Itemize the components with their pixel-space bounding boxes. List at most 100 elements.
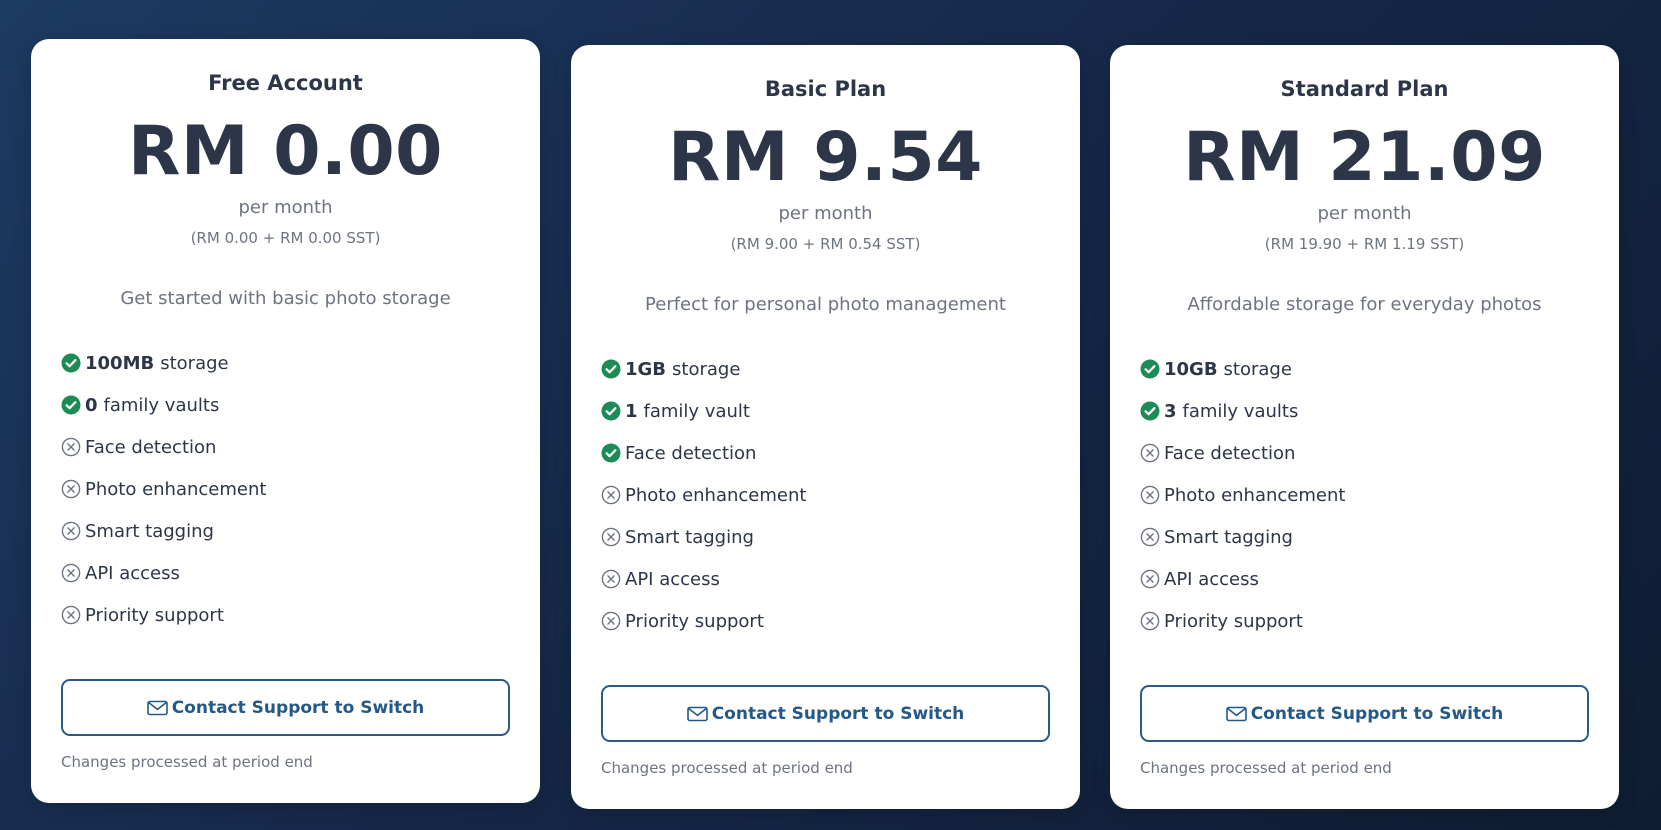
feature-label: Photo enhancement — [85, 478, 267, 500]
feature-item: API access — [1140, 558, 1589, 600]
feature-item: Photo enhancement — [601, 474, 1050, 516]
feature-label: storage — [1223, 358, 1292, 380]
x-circle-icon — [1140, 485, 1160, 505]
feature-list: 1GB storage 1 family vault Face detection Pho… — [601, 348, 1050, 642]
feature-label: family vaults — [103, 394, 220, 416]
feature-value: 3 — [1164, 400, 1177, 422]
contact-support-button[interactable]: Contact Support to Switch — [1140, 685, 1589, 742]
footnote: Changes processed at period end — [601, 759, 853, 777]
feature-item: Face detection — [1140, 432, 1589, 474]
feature-value: 0 — [85, 394, 98, 416]
feature-item: API access — [61, 552, 510, 594]
x-circle-icon — [61, 437, 81, 457]
feature-value: 100MB — [85, 352, 155, 374]
feature-item: Smart tagging — [601, 516, 1050, 558]
plan-card-standard: Standard Plan RM 21.09 per month (RM 19.… — [1110, 45, 1619, 809]
x-circle-icon — [61, 605, 81, 625]
feature-item: 0 family vaults — [61, 384, 510, 426]
plan-description: Affordable storage for everyday photos — [1187, 294, 1542, 315]
button-label: Contact Support to Switch — [1250, 703, 1504, 724]
feature-label: Photo enhancement — [1164, 484, 1346, 506]
price-breakdown: (RM 0.00 + RM 0.00 SST) — [190, 229, 381, 247]
feature-label: Face detection — [85, 436, 217, 458]
feature-item: 100MB storage — [61, 342, 510, 384]
feature-label: storage — [672, 358, 741, 380]
mail-icon — [1225, 706, 1247, 722]
x-circle-icon — [1140, 443, 1160, 463]
footnote: Changes processed at period end — [61, 753, 313, 771]
feature-label: family vaults — [1182, 400, 1299, 422]
feature-list: 100MB storage 0 family vaults Face detection… — [61, 342, 510, 636]
feature-label: family vault — [643, 400, 750, 422]
feature-label: Face detection — [625, 442, 757, 464]
x-circle-icon — [1140, 527, 1160, 547]
x-circle-icon — [601, 527, 621, 547]
footnote: Changes processed at period end — [1140, 759, 1392, 777]
feature-label: Smart tagging — [625, 526, 754, 548]
x-circle-icon — [601, 569, 621, 589]
plan-price: RM 9.54 — [668, 118, 983, 197]
feature-label: Face detection — [1164, 442, 1296, 464]
feature-label: Photo enhancement — [625, 484, 807, 506]
mail-icon — [686, 706, 708, 722]
feature-item: Smart tagging — [61, 510, 510, 552]
check-circle-icon — [1140, 359, 1160, 379]
mail-icon — [146, 700, 168, 716]
billing-period: per month — [778, 203, 873, 224]
feature-label: Priority support — [85, 604, 224, 626]
feature-item: Photo enhancement — [1140, 474, 1589, 516]
price-breakdown: (RM 9.00 + RM 0.54 SST) — [730, 235, 921, 253]
feature-item: Smart tagging — [1140, 516, 1589, 558]
plan-price: RM 21.09 — [1183, 118, 1546, 197]
plan-name: Basic Plan — [764, 77, 887, 101]
feature-item: 1GB storage — [601, 348, 1050, 390]
feature-item: Priority support — [1140, 600, 1589, 642]
feature-label: API access — [1164, 568, 1259, 590]
contact-support-button[interactable]: Contact Support to Switch — [61, 679, 510, 736]
x-circle-icon — [61, 563, 81, 583]
check-circle-icon — [601, 359, 621, 379]
feature-label: Priority support — [1164, 610, 1303, 632]
feature-label: storage — [160, 352, 229, 374]
x-circle-icon — [1140, 569, 1160, 589]
contact-support-button[interactable]: Contact Support to Switch — [601, 685, 1050, 742]
feature-item: Priority support — [601, 600, 1050, 642]
feature-value: 10GB — [1164, 358, 1218, 380]
feature-item: Priority support — [61, 594, 510, 636]
x-circle-icon — [61, 479, 81, 499]
plan-card-free: Free Account RM 0.00 per month (RM 0.00 … — [31, 39, 540, 803]
check-circle-icon — [61, 353, 81, 373]
feature-label: Smart tagging — [85, 520, 214, 542]
feature-label: Priority support — [625, 610, 764, 632]
check-circle-icon — [601, 443, 621, 463]
billing-period: per month — [238, 197, 333, 218]
plan-price: RM 0.00 — [128, 112, 443, 191]
feature-item: 1 family vault — [601, 390, 1050, 432]
feature-label: Smart tagging — [1164, 526, 1293, 548]
plan-name: Standard Plan — [1280, 77, 1449, 101]
x-circle-icon — [601, 485, 621, 505]
plan-description: Get started with basic photo storage — [120, 288, 451, 309]
x-circle-icon — [601, 611, 621, 631]
feature-value: 1 — [625, 400, 638, 422]
feature-item: Face detection — [601, 432, 1050, 474]
feature-label: API access — [625, 568, 720, 590]
feature-value: 1GB — [625, 358, 667, 380]
feature-item: Photo enhancement — [61, 468, 510, 510]
feature-item: 10GB storage — [1140, 348, 1589, 390]
plan-card-basic: Basic Plan RM 9.54 per month (RM 9.00 + … — [571, 45, 1080, 809]
x-circle-icon — [1140, 611, 1160, 631]
feature-item: API access — [601, 558, 1050, 600]
feature-item: 3 family vaults — [1140, 390, 1589, 432]
check-circle-icon — [61, 395, 81, 415]
button-label: Contact Support to Switch — [711, 703, 965, 724]
feature-item: Face detection — [61, 426, 510, 468]
x-circle-icon — [61, 521, 81, 541]
plan-description: Perfect for personal photo management — [645, 294, 1006, 315]
plan-name: Free Account — [208, 71, 363, 95]
feature-label: API access — [85, 562, 180, 584]
check-circle-icon — [1140, 401, 1160, 421]
check-circle-icon — [601, 401, 621, 421]
feature-list: 10GB storage 3 family vaults Face detection P… — [1140, 348, 1589, 642]
billing-period: per month — [1317, 203, 1412, 224]
